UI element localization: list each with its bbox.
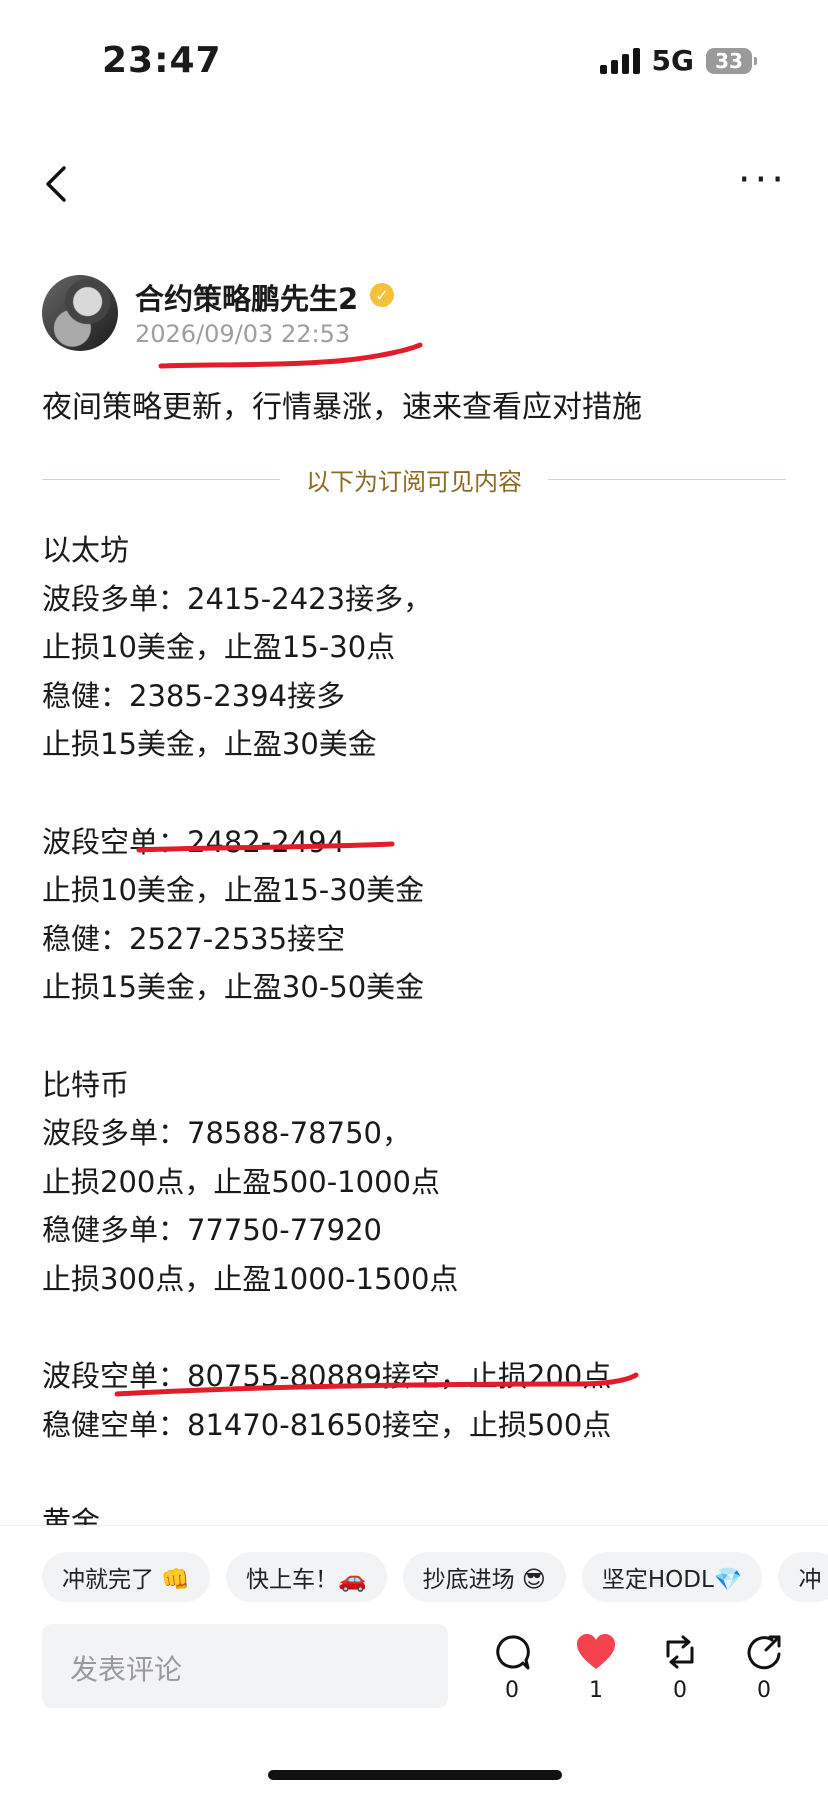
status-indicators: 5G 33 <box>599 44 757 77</box>
body-line <box>42 1012 611 1061</box>
body-line: 止损10美金，止盈15-30点 <box>42 630 396 665</box>
repost-count: 0 <box>673 1678 687 1703</box>
quick-reply-chip[interactable]: 抄底进场 😎 <box>402 1552 566 1602</box>
back-arrow-icon[interactable] <box>40 164 72 204</box>
body-line: 稳健：2385-2394接多 <box>42 678 346 713</box>
subscriber-content-label: 以下为订阅可见内容 <box>306 468 522 496</box>
body-line <box>42 1304 611 1353</box>
quick-reply-chip[interactable]: 冲 <box>778 1552 828 1602</box>
red-underline-mark <box>136 841 395 853</box>
body-line: 比特币 <box>42 1067 130 1102</box>
avatar[interactable] <box>42 275 118 351</box>
body-line: 止损15美金，止盈30美金 <box>42 727 377 762</box>
battery-icon: 33 <box>706 47 757 74</box>
body-line: 止损200点，止盈500-1000点 <box>42 1164 440 1199</box>
body-line: 波段多单：2415-2423接多， <box>42 581 433 616</box>
like-button[interactable]: 1 <box>566 1632 626 1703</box>
body-line: 止损300点，止盈1000-1500点 <box>42 1261 459 1296</box>
home-indicator <box>268 1770 562 1780</box>
comment-count: 0 <box>505 1678 519 1703</box>
quick-reply-chip[interactable]: 坚定HODL💎 <box>581 1552 763 1602</box>
body-line: 以太坊 <box>42 533 130 567</box>
body-line: 止损10美金，止盈15-30美金 <box>42 873 425 908</box>
quick-reply-chips: 冲就完了 👊 快上车！🚗 抄底进场 😎 坚定HODL💎 冲 <box>42 1552 828 1602</box>
more-options-icon[interactable]: ··· <box>738 160 788 200</box>
heart-icon <box>577 1634 615 1669</box>
like-count: 1 <box>589 1678 603 1703</box>
verified-badge-icon: ✓ <box>370 283 394 307</box>
body-line: 稳健多单：77750-77920 <box>42 1213 382 1248</box>
repost-icon <box>666 1635 694 1669</box>
status-time: 23:47 <box>102 40 222 81</box>
body-line <box>42 1449 611 1498</box>
divider-line-right <box>548 479 786 480</box>
share-icon <box>747 1635 781 1670</box>
comment-input[interactable]: 发表评论 <box>42 1624 448 1708</box>
quick-reply-chip[interactable]: 快上车！🚗 <box>225 1552 387 1602</box>
comment-button[interactable]: 0 <box>482 1632 542 1703</box>
author-name[interactable]: 合约策略鹏先生2 <box>135 276 358 318</box>
subscriber-divider: 以下为订阅可见内容 <box>42 462 786 497</box>
comment-placeholder: 发表评论 <box>70 1653 183 1686</box>
share-count: 0 <box>757 1678 771 1703</box>
body-line: 稳健空单：81470-81650接空，止损500点 <box>42 1407 612 1442</box>
red-underline-mark <box>158 342 423 369</box>
divider-line-left <box>42 479 280 480</box>
signal-icon <box>599 47 640 74</box>
network-type: 5G <box>651 44 694 77</box>
body-line: 波段多单：78588-78750， <box>42 1116 411 1151</box>
comment-icon <box>496 1635 530 1670</box>
red-underline-mark <box>114 1372 639 1397</box>
share-button[interactable]: 0 <box>734 1632 794 1703</box>
body-line: 止损15美金，止盈30-50美金 <box>42 970 425 1005</box>
body-line <box>42 769 611 818</box>
body-line: 稳健：2527-2535接空 <box>42 921 346 956</box>
repost-button[interactable]: 0 <box>650 1632 710 1703</box>
quick-reply-chip[interactable]: 冲就完了 👊 <box>42 1552 210 1602</box>
post-headline: 夜间策略更新，行情暴涨，速来查看应对措施 <box>42 390 642 425</box>
